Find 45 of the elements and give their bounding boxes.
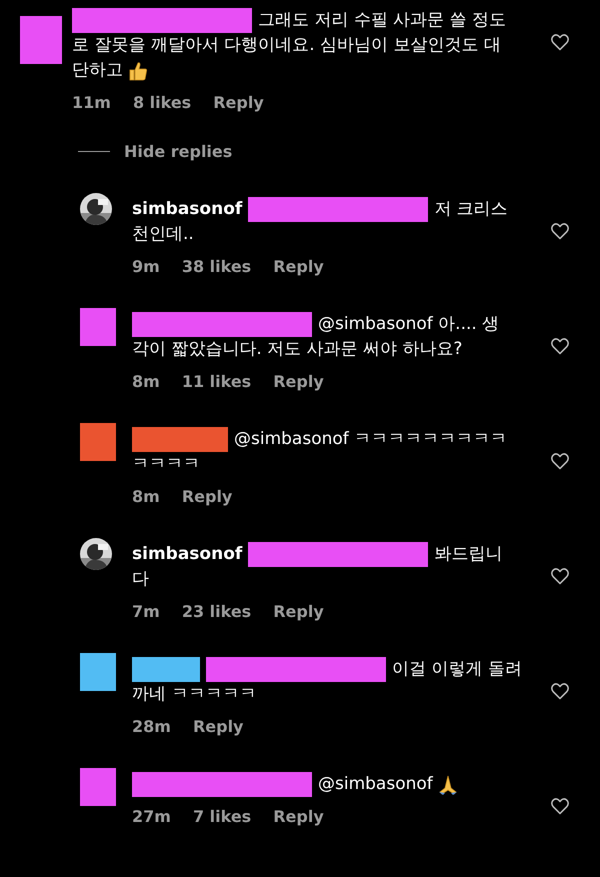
likes-link[interactable]: 38 likes [182,257,252,276]
comment-text: 이걸 이렇게 돌려 [392,658,522,681]
comment-text: 단하고 [72,59,123,82]
comment-text: 까네 ㅋㅋㅋㅋㅋ [132,683,256,706]
heart-icon[interactable] [550,336,570,356]
heart-icon[interactable] [550,32,570,52]
heart-icon[interactable] [550,221,570,241]
reply-link[interactable]: Reply [192,717,244,736]
comment-text: @simbasonof ㅋㅋㅋㅋㅋㅋㅋㅋㅋ [234,428,508,451]
thumbs-up-icon [127,60,149,82]
reply-link[interactable]: Reply [273,807,324,826]
username[interactable]: simbasonof [132,542,242,567]
reply-link[interactable]: Reply [273,602,324,621]
likes-link[interactable]: 7 likes [192,807,252,826]
heart-icon[interactable] [550,681,570,701]
comment-text: 다 [132,568,149,591]
comment-text: 각이 짧았습니다. 저도 사과문 써야 하나요? [132,338,462,361]
reply-link[interactable]: Reply [273,257,324,276]
likes-link[interactable]: 23 likes [182,602,252,621]
comment-time: 9m [132,257,160,276]
likes-link[interactable]: 8 likes [132,93,192,112]
hide-replies-button[interactable]: Hide replies [124,142,232,161]
comment-text: 봐드립니 [434,543,502,566]
comment-text: ㅋㅋㅋㅋ [132,453,200,476]
comment-text: @simbasonof [318,773,433,796]
comment-time: 7m [132,602,160,621]
likes-link[interactable]: 11 likes [182,372,252,391]
comment-time: 28m [132,717,171,736]
reply-link[interactable]: Reply [273,372,324,391]
folded-hands-icon [436,774,459,796]
comment-time: 8m [132,487,160,506]
comment-text: 그래도 저리 수필 사과문 쓸 정도 [258,9,506,32]
reply-link[interactable]: Reply [182,487,232,506]
comment-time: 8m [132,372,160,391]
heart-icon[interactable] [550,796,570,816]
comment-time: 11m [72,93,111,112]
heart-icon[interactable] [550,451,570,471]
comment-text: @simbasonof 아.... 생 [318,313,500,336]
heart-icon[interactable] [550,566,570,586]
comment-text: 저 크리스 [434,198,508,221]
comment-time: 27m [132,807,171,826]
comment-text: 천인데.. [132,223,194,246]
reply-link[interactable]: Reply [213,93,264,112]
comment-text: 로 잘못을 깨달아서 다행이네요. 심바님이 보살인것도 대 [72,34,501,57]
username[interactable]: simbasonof [132,197,242,222]
